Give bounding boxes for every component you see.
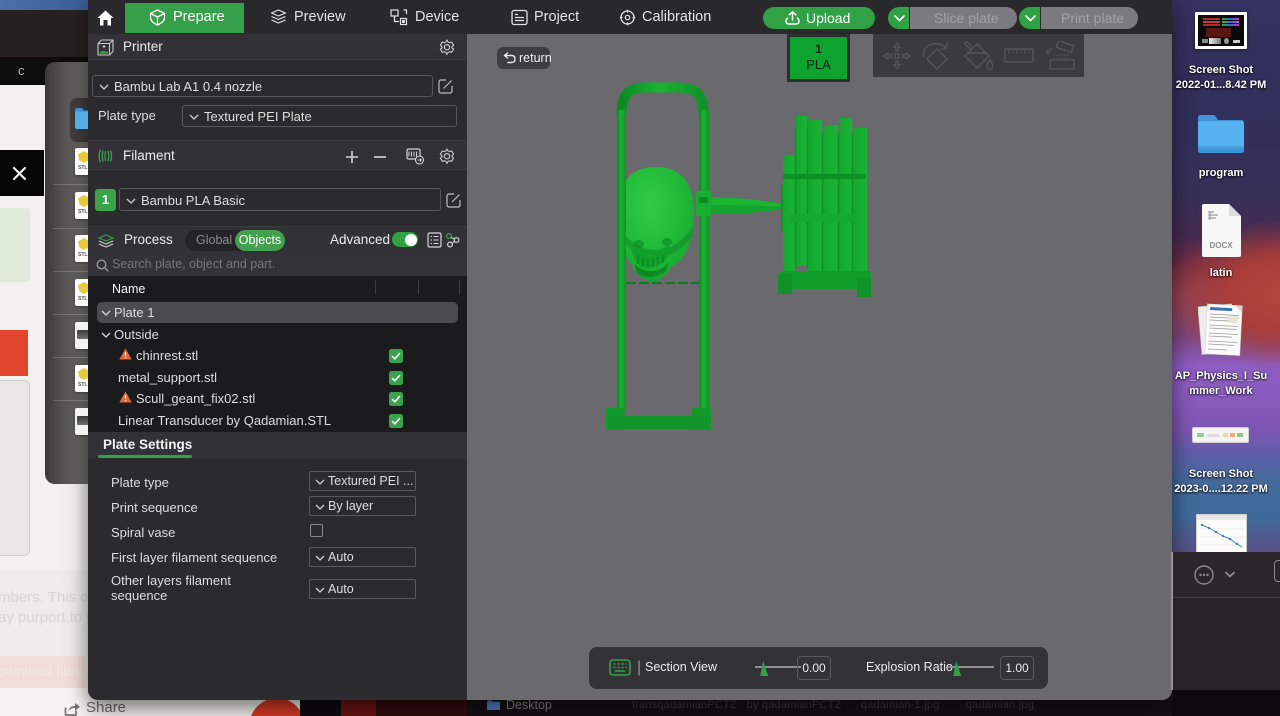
svg-text:DOCX: DOCX xyxy=(1209,241,1233,250)
